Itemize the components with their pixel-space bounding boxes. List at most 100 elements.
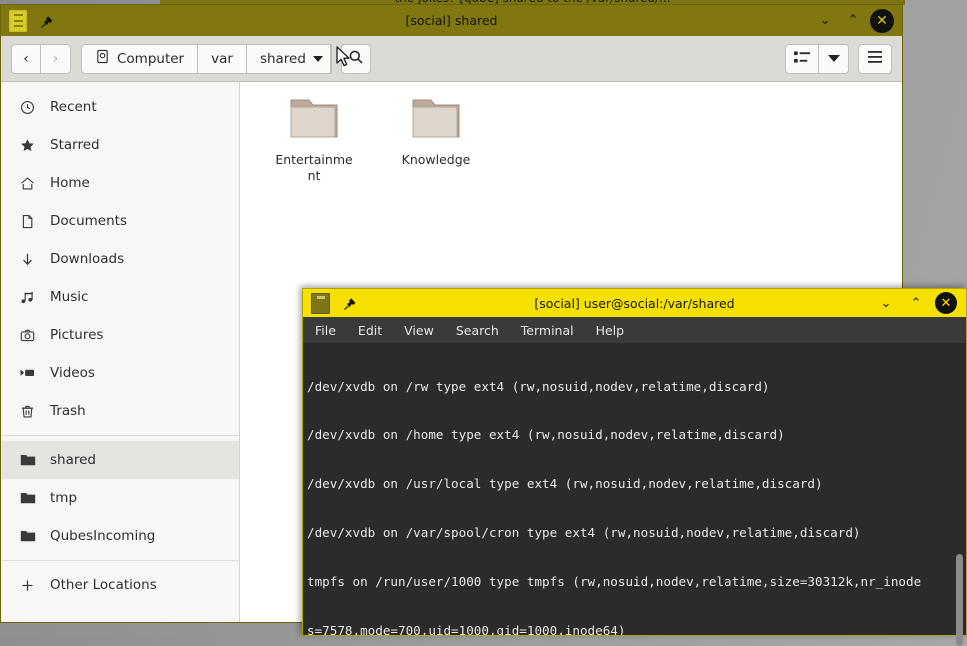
- terminal-output[interactable]: /dev/xvdb on /rw type ext4 (rw,nosuid,no…: [303, 344, 953, 635]
- video-icon: [19, 366, 36, 380]
- sidebar-item-label: QubesIncoming: [50, 528, 156, 544]
- sidebar: Recent Starred Home Documents Downloads …: [1, 82, 240, 622]
- sidebar-item-label: Starred: [50, 137, 100, 153]
- menu-item-terminal[interactable]: Terminal: [521, 323, 574, 338]
- folder-icon: [19, 453, 36, 467]
- sidebar-item-shared[interactable]: shared: [1, 441, 239, 479]
- breadcrumb-item-var[interactable]: var: [198, 43, 247, 74]
- terminal-icon: [311, 292, 330, 314]
- document-icon: [19, 214, 36, 229]
- folder-icon: [19, 491, 36, 505]
- view-dropdown-button[interactable]: [819, 43, 849, 74]
- terminal-line: /dev/xvdb on /rw type ext4 (rw,nosuid,no…: [307, 378, 770, 394]
- terminal-line: /dev/xvdb on /home type ext4 (rw,nosuid,…: [307, 427, 785, 443]
- navigation-buttons: ‹ ›: [11, 43, 71, 74]
- sidebar-item-label: Other Locations: [50, 577, 157, 593]
- sidebar-item-trash[interactable]: Trash: [1, 392, 239, 430]
- sidebar-item-recent[interactable]: Recent: [1, 88, 239, 126]
- back-button[interactable]: ‹: [11, 43, 41, 74]
- clock-icon: [19, 100, 36, 115]
- terminal-body[interactable]: /dev/xvdb on /rw type ext4 (rw,nosuid,no…: [303, 344, 966, 646]
- breadcrumb-item-shared[interactable]: shared: [246, 43, 331, 74]
- terminal-titlebar[interactable]: [social] user@social:/var/shared ⌄ ⌃ ✕: [303, 289, 966, 317]
- computer-icon: [95, 49, 110, 68]
- view-mode-button[interactable]: [785, 43, 819, 74]
- file-manager-toolbar: ‹ › Computer var shared: [1, 36, 902, 82]
- breadcrumb-item-computer[interactable]: Computer: [81, 43, 199, 74]
- list-view-icon: [793, 50, 811, 68]
- menu-item-file[interactable]: File: [315, 323, 336, 338]
- sidebar-item-documents[interactable]: Documents: [1, 202, 239, 240]
- minimize-button[interactable]: ⌄: [814, 10, 836, 32]
- terminal-line: tmpfs on /run/user/1000 type tmpfs (rw,n…: [307, 574, 922, 590]
- sidebar-item-tmp[interactable]: tmp: [1, 479, 239, 517]
- pin-icon[interactable]: [342, 296, 356, 310]
- menu-item-search[interactable]: Search: [456, 323, 499, 338]
- sidebar-item-videos[interactable]: Videos: [1, 354, 239, 392]
- folder-icon: [288, 96, 340, 146]
- mouse-cursor: [336, 46, 354, 68]
- music-note-icon: [19, 290, 36, 305]
- minimize-button[interactable]: ⌄: [875, 292, 897, 314]
- sidebar-item-music[interactable]: Music: [1, 278, 239, 316]
- sidebar-item-qubesincoming[interactable]: QubesIncoming: [1, 517, 239, 555]
- sidebar-item-label: tmp: [50, 490, 78, 506]
- sidebar-item-downloads[interactable]: Downloads: [1, 240, 239, 278]
- menu-item-edit[interactable]: Edit: [358, 323, 382, 338]
- star-icon: [19, 138, 36, 153]
- download-arrow-icon: [19, 252, 36, 267]
- sidebar-item-pictures[interactable]: Pictures: [1, 316, 239, 354]
- home-icon: [19, 176, 36, 191]
- close-button[interactable]: ✕: [935, 292, 957, 314]
- sidebar-item-label: Trash: [50, 403, 86, 419]
- plus-icon: [19, 578, 36, 593]
- view-controls: [785, 43, 892, 74]
- close-button[interactable]: ✕: [870, 8, 894, 33]
- folder-icon: [19, 529, 36, 543]
- sidebar-item-starred[interactable]: Starred: [1, 126, 239, 164]
- sidebar-item-label: Home: [50, 175, 90, 191]
- chevron-down-icon: [827, 55, 840, 62]
- maximize-button[interactable]: ⌃: [842, 10, 864, 32]
- terminal-scrollbar-thumb[interactable]: [956, 554, 963, 646]
- sidebar-divider: [1, 435, 239, 436]
- file-manager-title: [social] shared: [405, 13, 498, 28]
- forward-button[interactable]: ›: [41, 43, 71, 74]
- terminal-line: s=7578,mode=700,uid=1000,gid=1000,inode6…: [307, 623, 626, 635]
- hamburger-icon: [867, 50, 883, 68]
- terminal-title: [social] user@social:/var/shared: [534, 295, 735, 311]
- file-manager-titlebar[interactable]: [social] shared ⌄ ⌃ ✕: [1, 5, 902, 36]
- menu-item-help[interactable]: Help: [596, 323, 625, 338]
- sidebar-item-label: Pictures: [50, 327, 104, 343]
- menu-item-view[interactable]: View: [404, 323, 434, 338]
- sidebar-item-label: Music: [50, 289, 89, 305]
- folder-icon: [410, 96, 462, 146]
- sidebar-divider: [1, 560, 239, 561]
- path-input[interactable]: [330, 43, 332, 74]
- terminal-menubar: File Edit View Search Terminal Help: [303, 317, 966, 344]
- terminal-line: /dev/xvdb on /var/spool/cron type ext4 (…: [307, 525, 861, 541]
- breadcrumb-label: Computer: [117, 50, 185, 67]
- file-item-knowledge[interactable]: Knowledge: [384, 96, 488, 184]
- sidebar-item-label: Downloads: [50, 251, 125, 267]
- terminal-line: /dev/xvdb on /usr/local type ext4 (rw,no…: [307, 476, 823, 492]
- breadcrumb: Computer var shared: [81, 43, 332, 74]
- terminal-scrollbar[interactable]: [953, 344, 966, 646]
- pin-icon[interactable]: [39, 14, 53, 28]
- qube-icon: [9, 9, 27, 32]
- sidebar-item-label: Videos: [50, 365, 95, 381]
- sidebar-item-other-locations[interactable]: Other Locations: [1, 566, 239, 604]
- sidebar-item-label: shared: [50, 452, 96, 468]
- file-item-entertainment[interactable]: Entertainment: [262, 96, 366, 184]
- breadcrumb-label: var: [211, 50, 233, 67]
- terminal-window: [social] user@social:/var/shared ⌄ ⌃ ✕ F…: [302, 288, 967, 646]
- file-item-label: Knowledge: [401, 152, 471, 167]
- menu-button[interactable]: [858, 43, 892, 74]
- sidebar-item-label: Recent: [50, 99, 97, 115]
- trash-icon: [19, 404, 36, 419]
- chevron-down-icon[interactable]: [312, 55, 323, 62]
- file-item-label: Entertainment: [275, 152, 353, 183]
- maximize-button[interactable]: ⌃: [905, 292, 927, 314]
- sidebar-item-home[interactable]: Home: [1, 164, 239, 202]
- breadcrumb-label: shared: [259, 50, 306, 67]
